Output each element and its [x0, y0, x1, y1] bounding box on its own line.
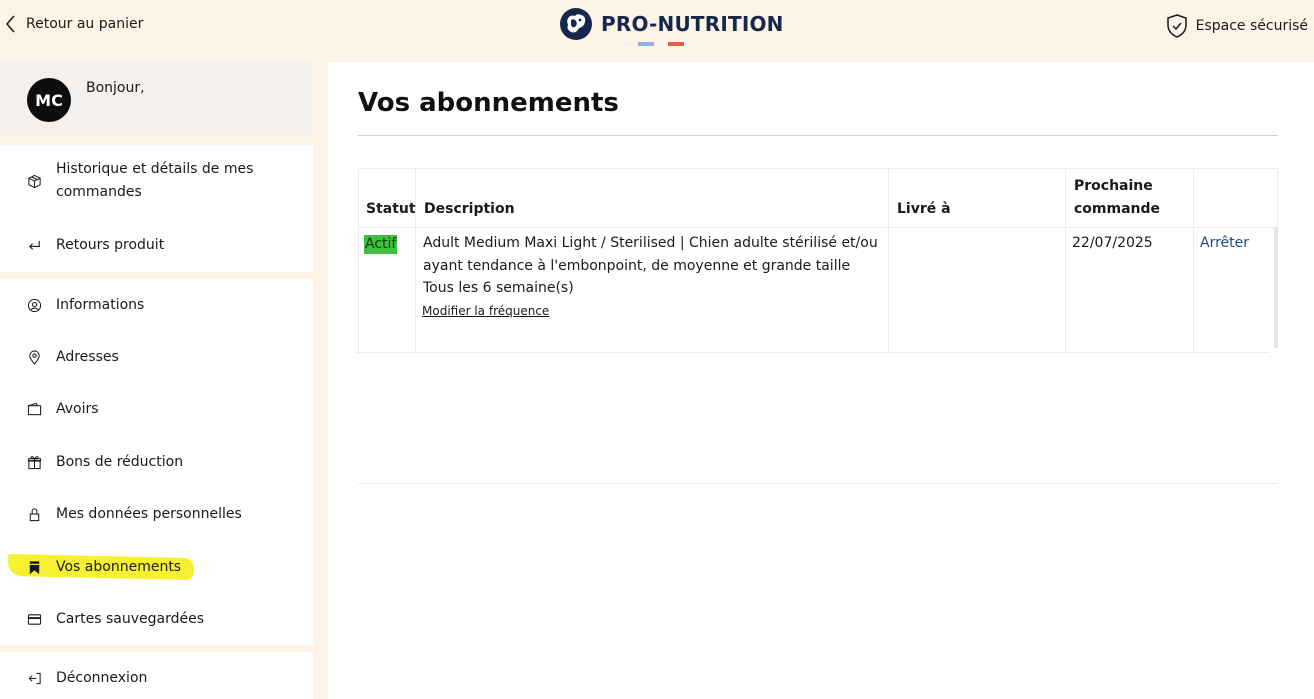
page-title: Vos abonnements [358, 88, 619, 118]
sidebar-item-returns[interactable]: Retours produit [0, 234, 313, 256]
column-header-next-order: Prochaine commande [1074, 178, 1161, 217]
back-to-cart-link[interactable]: Retour au panier [4, 14, 143, 34]
column-divider [888, 168, 889, 352]
avatar: MC [27, 78, 71, 122]
return-arrow-icon [26, 237, 42, 253]
column-divider [1193, 168, 1194, 352]
sidebar-item-label: Mes données personnelles [56, 506, 242, 522]
description-line-1: Adult Medium Maxi Light / Sterilised | C… [423, 235, 878, 251]
sidebar-item-label: Déconnexion [56, 670, 148, 686]
header-row-border [358, 227, 1278, 228]
row-bottom-border [356, 352, 1270, 353]
column-divider [415, 168, 416, 352]
sidebar-item-label: Informations [56, 297, 145, 313]
logout-icon [26, 670, 42, 686]
description-line-2: ayant tendance à l'embonpoint, de moyenn… [423, 258, 851, 274]
flag-stripe-red [668, 42, 684, 46]
sidebar-item-label: Historique et détails de mes commandes [56, 161, 254, 200]
subscriptions-table: Statut Description Livré à Prochaine com… [356, 168, 1278, 484]
modify-frequency-link[interactable]: Modifier la fréquence [422, 304, 549, 318]
gift-icon [26, 454, 42, 470]
sidebar-item-personal-data[interactable]: Mes données personnelles [0, 503, 313, 525]
sidebar-item-logout[interactable]: Déconnexion [0, 667, 313, 689]
sidebar-item-label: Vos abonnements [56, 559, 182, 575]
user-circle-icon [26, 297, 42, 313]
status-badge: Actif [364, 235, 398, 254]
column-header-status: Statut [366, 201, 416, 217]
lock-icon [26, 506, 42, 522]
column-header-delivered-to: Livré à [897, 201, 951, 217]
bookmark-icon [26, 559, 42, 575]
secure-space-label: Espace sécurisé [1195, 18, 1308, 34]
table-scrollbar[interactable] [1274, 228, 1278, 348]
credit-card-icon [26, 611, 42, 627]
stop-subscription-link[interactable]: Arrêter [1200, 235, 1249, 251]
title-divider [358, 135, 1278, 136]
column-header-description: Description [424, 201, 515, 217]
table-top-border [358, 168, 1278, 169]
flag-stripe-blue [638, 42, 654, 46]
sidebar-item-label: Bons de réduction [56, 454, 184, 470]
column-divider [358, 168, 359, 352]
sidebar-item-addresses[interactable]: Adresses [0, 346, 313, 368]
shield-check-icon [1166, 14, 1187, 38]
next-order-date: 22/07/2025 [1072, 235, 1153, 251]
sidebar-item-order-history[interactable]: Historique et détails de mes commandes [0, 158, 313, 204]
location-pin-icon [26, 349, 42, 365]
sidebar-item-label: Avoirs [56, 401, 99, 417]
wallet-icon [26, 401, 42, 417]
flag-stripes [638, 42, 684, 46]
sidebar-item-label: Retours produit [56, 237, 165, 253]
top-bar: Retour au panier PRO-NUTRITION Espace sé… [0, 0, 1314, 56]
column-divider [1277, 168, 1278, 228]
sidebar-item-credits[interactable]: Avoirs [0, 398, 313, 420]
greeting-text: Bonjour, [86, 80, 145, 96]
brand-name: PRO-NUTRITION [601, 12, 784, 36]
sidebar-item-label: Cartes sauvegardées [56, 611, 204, 627]
main-content: Vos abonnements Statut Description Livré… [328, 62, 1314, 699]
box-icon [26, 173, 42, 189]
sidebar-item-subscriptions[interactable]: Vos abonnements [0, 556, 313, 578]
chevron-left-icon [6, 15, 15, 33]
dog-cat-logo-icon [560, 8, 592, 40]
brand-logo[interactable]: PRO-NUTRITION [559, 7, 784, 41]
secure-space-indicator: Espace sécurisé [1165, 13, 1308, 39]
greeting-card: MC Bonjour, [0, 62, 313, 135]
sidebar-item-informations[interactable]: Informations [0, 294, 313, 316]
back-to-cart-label: Retour au panier [26, 16, 144, 32]
sidebar-item-vouchers[interactable]: Bons de réduction [0, 451, 313, 473]
column-divider [1065, 168, 1066, 352]
sidebar-item-label: Adresses [56, 349, 119, 365]
sidebar-item-saved-cards[interactable]: Cartes sauvegardées [0, 608, 313, 630]
frequency-text: Tous les 6 semaine(s) [423, 280, 574, 296]
